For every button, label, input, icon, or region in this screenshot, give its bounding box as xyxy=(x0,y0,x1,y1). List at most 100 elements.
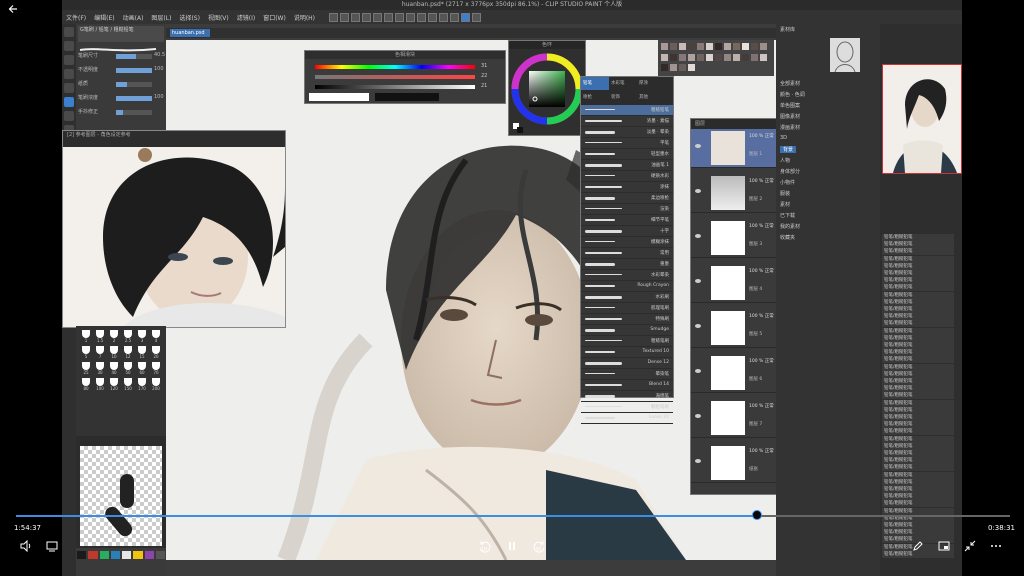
layer-row[interactable]: 100 % 正常 图层 1 xyxy=(691,129,783,168)
brush-list-item[interactable]: 涂抹 xyxy=(581,182,673,193)
history-entry[interactable]: 铅笔/粗糙铅笔 xyxy=(882,234,954,241)
layer-row[interactable]: 100 % 正常 图层 5 xyxy=(691,309,783,348)
pause-icon[interactable] xyxy=(506,540,518,554)
color-set-swatch[interactable] xyxy=(155,551,165,559)
color-wheel[interactable] xyxy=(509,49,585,133)
history-entry[interactable]: 铅笔/粗糙铅笔 xyxy=(882,471,954,479)
material-tree-item[interactable]: 收藏夹 xyxy=(780,234,795,241)
brush-size-swatch[interactable] xyxy=(138,346,146,354)
palette-swatch[interactable] xyxy=(724,53,731,61)
history-entry[interactable]: 铅笔/粗糙铅笔 xyxy=(882,500,954,508)
eye-visibility-icon[interactable] xyxy=(695,189,701,193)
menu-view[interactable]: 视图(V) xyxy=(208,13,229,22)
prop-texture[interactable]: 纸质 xyxy=(78,80,164,89)
crop-icon[interactable] xyxy=(417,12,427,22)
material-tree-item[interactable]: 我的素材 xyxy=(780,223,800,230)
move-tool-icon[interactable] xyxy=(64,41,74,51)
palette-swatch[interactable] xyxy=(670,53,677,61)
snap-special-icon[interactable] xyxy=(461,12,471,22)
palette-swatch[interactable] xyxy=(661,43,668,50)
history-entry[interactable]: 铅笔/粗糙铅笔 xyxy=(882,334,954,342)
lasso-tool-icon[interactable] xyxy=(64,69,74,79)
palette-swatch[interactable] xyxy=(760,53,767,61)
material-tree-item[interactable]: 服装 xyxy=(780,190,790,197)
settings-icon[interactable] xyxy=(472,12,482,22)
history-entry[interactable]: 铅笔/粗糙铅笔 xyxy=(882,277,954,285)
brush-size-swatch[interactable] xyxy=(82,330,90,338)
layer-row[interactable]: 100 % 正常 图层 2 xyxy=(691,174,783,213)
navigator-thumbnail[interactable] xyxy=(882,64,962,174)
history-entry[interactable]: 铅笔/粗糙铅笔 xyxy=(882,464,954,472)
snap-grid-icon[interactable] xyxy=(450,12,460,22)
reference-window[interactable]: [2] 参考图层 - 角色设定参考 xyxy=(62,130,286,328)
material-tree-item[interactable]: 已下载 xyxy=(780,212,795,219)
history-entry[interactable]: 铅笔/粗糙铅笔 xyxy=(882,507,954,515)
layer-row[interactable]: 100 % 正常 图层 3 xyxy=(691,219,783,258)
history-entry[interactable]: 铅笔/粗糙铅笔 xyxy=(882,291,954,299)
menu-animation[interactable]: 动画(A) xyxy=(123,13,144,22)
brush-size-swatch[interactable] xyxy=(124,330,132,338)
brush-list-item[interactable]: 晕染笔 xyxy=(581,369,673,380)
brush-list-item[interactable]: Rough Crayon xyxy=(581,281,673,292)
brush-list-item[interactable]: 水彩晕染 xyxy=(581,270,673,281)
transform-icon[interactable] xyxy=(395,12,405,22)
video-progress-bar[interactable] xyxy=(16,515,1010,517)
clear-icon[interactable] xyxy=(384,12,394,22)
brush-size-swatch[interactable] xyxy=(124,362,132,370)
history-entry[interactable]: 铅笔/粗糙铅笔 xyxy=(882,363,954,371)
history-entry[interactable]: 铅笔/粗糙铅笔 xyxy=(882,406,954,414)
pen-annotate-icon[interactable] xyxy=(912,540,924,554)
hue-slider[interactable] xyxy=(315,65,475,69)
layer-row[interactable]: 100 % 正常 纸张 xyxy=(691,444,783,483)
zoom-tool-icon[interactable] xyxy=(64,27,74,37)
brush-list-item[interactable]: Smudge xyxy=(581,325,673,336)
history-entry[interactable]: 铅笔/粗糙铅笔 xyxy=(882,486,954,493)
layer-row[interactable]: 100 % 正常 图层 7 xyxy=(691,399,783,438)
palette-swatch[interactable] xyxy=(751,43,758,50)
history-entry[interactable]: 铅笔/粗糙铅笔 xyxy=(882,298,954,306)
brush-list-item[interactable]: 硬质水彩 xyxy=(581,171,673,182)
brush-size-swatch[interactable] xyxy=(96,362,104,370)
exit-fullscreen-icon[interactable] xyxy=(964,540,976,554)
brush-tab-decoration[interactable]: 装饰 xyxy=(609,91,637,104)
pencil-tool-icon[interactable] xyxy=(64,97,74,107)
palette-swatch[interactable] xyxy=(733,53,740,61)
brush-list-item[interactable]: 粗糙铅笔 xyxy=(581,105,673,116)
brush-list-item[interactable]: 渲染 xyxy=(581,204,673,215)
brush-list-item[interactable]: Loose 20 xyxy=(581,413,673,424)
history-entry[interactable]: 铅笔/粗糙铅笔 xyxy=(882,349,954,357)
brush-tab-pencil[interactable]: 铅笔 xyxy=(581,77,609,90)
material-tree-item[interactable]: 身体部分 xyxy=(780,168,800,175)
history-entry[interactable]: 铅笔/粗糙铅笔 xyxy=(882,270,954,277)
history-entry[interactable]: 铅笔/粗糙铅笔 xyxy=(882,414,954,421)
more-options-icon[interactable] xyxy=(990,540,1002,554)
sub-color-chip[interactable] xyxy=(375,93,439,101)
brush-size-swatch[interactable] xyxy=(82,362,90,370)
history-entry[interactable]: 铅笔/粗糙铅笔 xyxy=(882,522,954,529)
palette-swatch[interactable] xyxy=(697,53,704,61)
material-tree-item[interactable]: 3D xyxy=(780,135,787,141)
history-entry[interactable]: 铅笔/粗糙铅笔 xyxy=(882,284,954,292)
brush-list-item[interactable]: Textured 10 xyxy=(581,347,673,358)
history-entry[interactable]: 铅笔/粗糙铅笔 xyxy=(882,529,954,537)
history-entry[interactable]: 铅笔/粗糙铅笔 xyxy=(882,457,954,465)
brush-size-swatch[interactable] xyxy=(152,362,160,370)
forward-30-icon[interactable]: 30 xyxy=(532,540,546,556)
brush-list-item[interactable]: 柔边喷枪 xyxy=(581,193,673,204)
brush-size-swatch[interactable] xyxy=(96,330,104,338)
history-entry[interactable]: 铅笔/粗糙铅笔 xyxy=(882,248,954,256)
palette-swatch[interactable] xyxy=(670,43,677,50)
eyedropper-tool-icon[interactable] xyxy=(64,83,74,93)
brush-tab-watercolor[interactable]: 水彩笔 xyxy=(609,77,637,90)
brush-list-item[interactable]: 油画笔 1 xyxy=(581,160,673,171)
menu-select[interactable]: 选择(S) xyxy=(179,13,200,22)
eye-visibility-icon[interactable] xyxy=(695,279,701,283)
brush-tab-thick[interactable]: 厚涂 xyxy=(637,77,665,90)
eye-visibility-icon[interactable] xyxy=(695,324,701,328)
palette-swatch[interactable] xyxy=(733,43,740,50)
brush-size-swatch[interactable] xyxy=(96,378,104,386)
new-file-icon[interactable] xyxy=(329,12,339,22)
prop-stabilization[interactable]: 手抖修正 xyxy=(78,108,164,117)
brush-size-swatch[interactable] xyxy=(124,346,132,354)
brush-list-item[interactable]: 模糊涂抹 xyxy=(581,237,673,248)
